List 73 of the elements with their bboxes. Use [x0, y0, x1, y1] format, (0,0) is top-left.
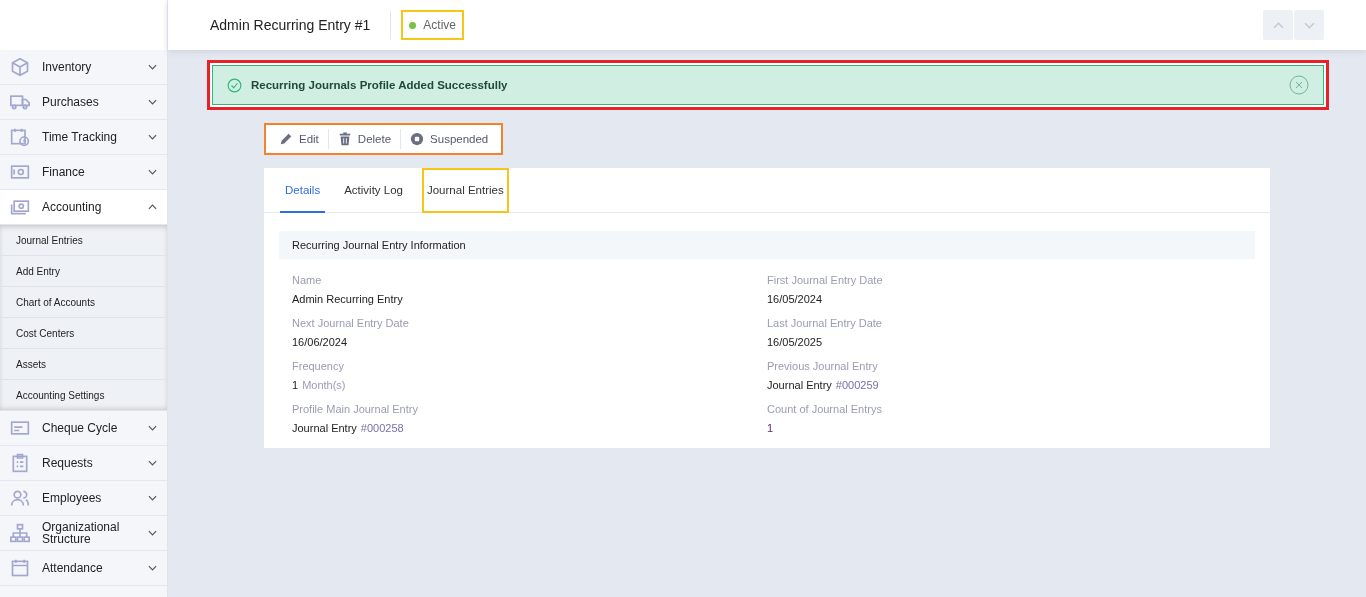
- field-value: 1: [767, 422, 775, 434]
- field-label: Name: [292, 274, 323, 286]
- org-icon: [10, 523, 30, 543]
- chevron-down-icon: [148, 134, 157, 140]
- section-title: Recurring Journal Entry Information: [292, 239, 466, 251]
- delete-button[interactable]: Delete: [328, 129, 402, 149]
- chevron-down-icon: [148, 169, 157, 175]
- money-icon: [10, 197, 30, 217]
- calendar-icon: [10, 558, 30, 578]
- cheque-icon: [10, 418, 30, 438]
- sidebar-item[interactable]: Cheque Cycle: [0, 411, 167, 446]
- people-icon: [10, 488, 30, 508]
- stop-icon: [410, 132, 425, 146]
- safe-icon: [10, 162, 30, 182]
- field-label: Next Journal Entry Date: [292, 317, 410, 329]
- field-value: Admin Recurring Entry: [292, 293, 404, 305]
- sidebar-item[interactable]: Requests: [0, 446, 167, 481]
- close-icon: [1289, 75, 1309, 95]
- field-label: Last Journal Entry Date: [767, 317, 883, 329]
- alert-message: Recurring Journals Profile Added Successfully: [251, 79, 509, 91]
- submenu-item[interactable]: Accounting Settings: [0, 380, 167, 411]
- submenu-item[interactable]: Assets: [0, 349, 167, 380]
- chevron-down-icon: [1303, 21, 1315, 29]
- sidebar-item[interactable]: Purchases: [0, 85, 167, 120]
- chevron-down-icon: [148, 565, 157, 571]
- field-value: 16/06/2024: [292, 336, 349, 348]
- field-value: 16/05/2024: [767, 293, 824, 305]
- submenu-item[interactable]: Journal Entries: [0, 225, 167, 256]
- field-value: 1 Month(s): [292, 379, 347, 391]
- chevron-down-icon: [148, 64, 157, 70]
- action-button[interactable]: Suspended: [401, 129, 498, 149]
- sidebar-item[interactable]: Employees: [0, 481, 167, 516]
- page-title: Admin Recurring Entry #1: [210, 11, 392, 39]
- field-label: Previous Journal Entry: [767, 360, 879, 372]
- chevron-down-icon: [148, 495, 157, 501]
- chevron-down-icon: [148, 99, 157, 105]
- trash-icon: [337, 132, 352, 146]
- sidebar-item[interactable]: Inventory: [0, 50, 167, 85]
- status-label: Active: [423, 18, 456, 32]
- field-label: Count of Journal Entrys: [767, 403, 883, 415]
- edit-button[interactable]: Edit: [270, 129, 329, 149]
- tab[interactable]: Details: [280, 168, 326, 213]
- sidebar-item[interactable]: Attendance: [0, 551, 167, 586]
- field-label: Profile Main Journal Entry: [292, 403, 419, 415]
- submenu-item[interactable]: Chart of Accounts: [0, 287, 167, 318]
- journal-entry-link[interactable]: #000259: [835, 379, 879, 391]
- chevron-down-icon: [148, 425, 157, 431]
- close-button[interactable]: [1289, 75, 1309, 95]
- clipboard-icon: [10, 453, 30, 473]
- tab[interactable]: Activity Log: [339, 168, 408, 213]
- calendar-clock-icon: [10, 127, 30, 147]
- sidebar-item[interactable]: Time Tracking: [0, 120, 167, 155]
- chevron-down-icon: [148, 460, 157, 466]
- pencil-icon: [279, 132, 293, 146]
- truck-icon: [10, 92, 30, 112]
- journal-entry-link[interactable]: #000258: [360, 422, 404, 434]
- field-label: First Journal Entry Date: [767, 274, 884, 286]
- field-value: Journal Entry #000259: [767, 379, 880, 391]
- sidebar-item[interactable]: Accounting: [0, 190, 167, 225]
- previous-button[interactable]: [1263, 10, 1293, 40]
- box-icon: [10, 57, 30, 77]
- check-circle-icon: [227, 77, 242, 93]
- next-button[interactable]: [1294, 10, 1324, 40]
- chevron-up-icon: [1272, 21, 1284, 29]
- submenu-item[interactable]: Cost Centers: [0, 318, 167, 349]
- chevron-up-icon: [148, 204, 157, 210]
- submenu-item[interactable]: Add Entry: [0, 256, 167, 287]
- field-value: 16/05/2025: [767, 336, 824, 348]
- chevron-down-icon: [148, 530, 157, 536]
- tab[interactable]: Journal Entries: [421, 168, 509, 213]
- field-value: Journal Entry #000258: [292, 422, 405, 434]
- sidebar-item[interactable]: Organizational Structure: [0, 516, 167, 551]
- field-label: Frequency: [292, 360, 345, 372]
